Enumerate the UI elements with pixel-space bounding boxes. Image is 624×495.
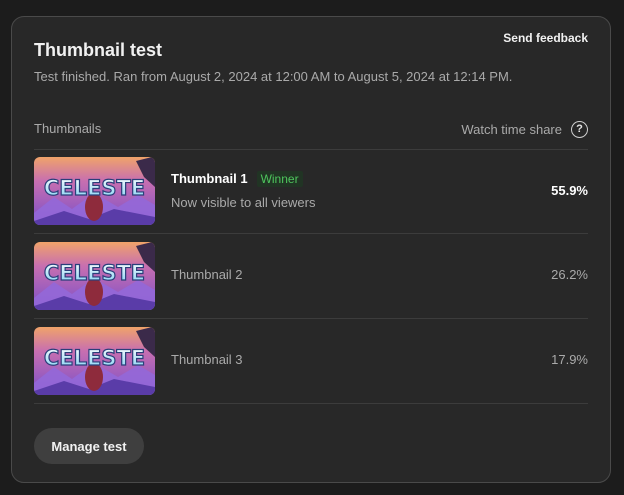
test-status-text: Test finished. Ran from August 2, 2024 a… (34, 69, 513, 84)
thumbnail-name: Thumbnail 1 Winner (171, 171, 303, 187)
thumbnail-logo-text: CELESTE (44, 176, 145, 200)
send-feedback-link[interactable]: Send feedback (503, 31, 588, 45)
thumbnail-image: CELESTE (34, 327, 155, 395)
thumbnail-name-label: Thumbnail 1 (171, 171, 248, 186)
watch-time-share: 55.9% (551, 183, 588, 198)
watch-time-label: Watch time share (461, 122, 562, 137)
help-circle-icon[interactable]: ? (571, 121, 588, 138)
thumbnail-name: Thumbnail 2 (171, 267, 243, 282)
card-title: Thumbnail test (34, 40, 163, 60)
winner-badge: Winner (256, 171, 303, 187)
table-row: CELESTE Thumbnail 3 17.9% (34, 319, 588, 403)
manage-test-button[interactable]: Manage test (34, 428, 144, 464)
thumbnail-image: CELESTE (34, 157, 155, 225)
watch-time-share: 26.2% (551, 267, 588, 282)
table-row: CELESTE Thumbnail 1 Winner Now visible to… (34, 149, 588, 233)
table-row: CELESTE Thumbnail 2 26.2% (34, 234, 588, 318)
visibility-status: Now visible to all viewers (171, 195, 316, 210)
thumbnail-logo-text: CELESTE (44, 261, 145, 285)
thumbnail-logo-text: CELESTE (44, 346, 145, 370)
watch-time-column-header: Watch time share ? (461, 121, 588, 138)
thumbnail-image: CELESTE (34, 242, 155, 310)
thumbnail-test-card: Thumbnail test Send feedback Test finish… (11, 16, 611, 483)
thumbnails-column-header: Thumbnails (34, 121, 102, 136)
watch-time-share: 17.9% (551, 352, 588, 367)
divider (34, 403, 588, 404)
thumbnail-name: Thumbnail 3 (171, 352, 243, 367)
